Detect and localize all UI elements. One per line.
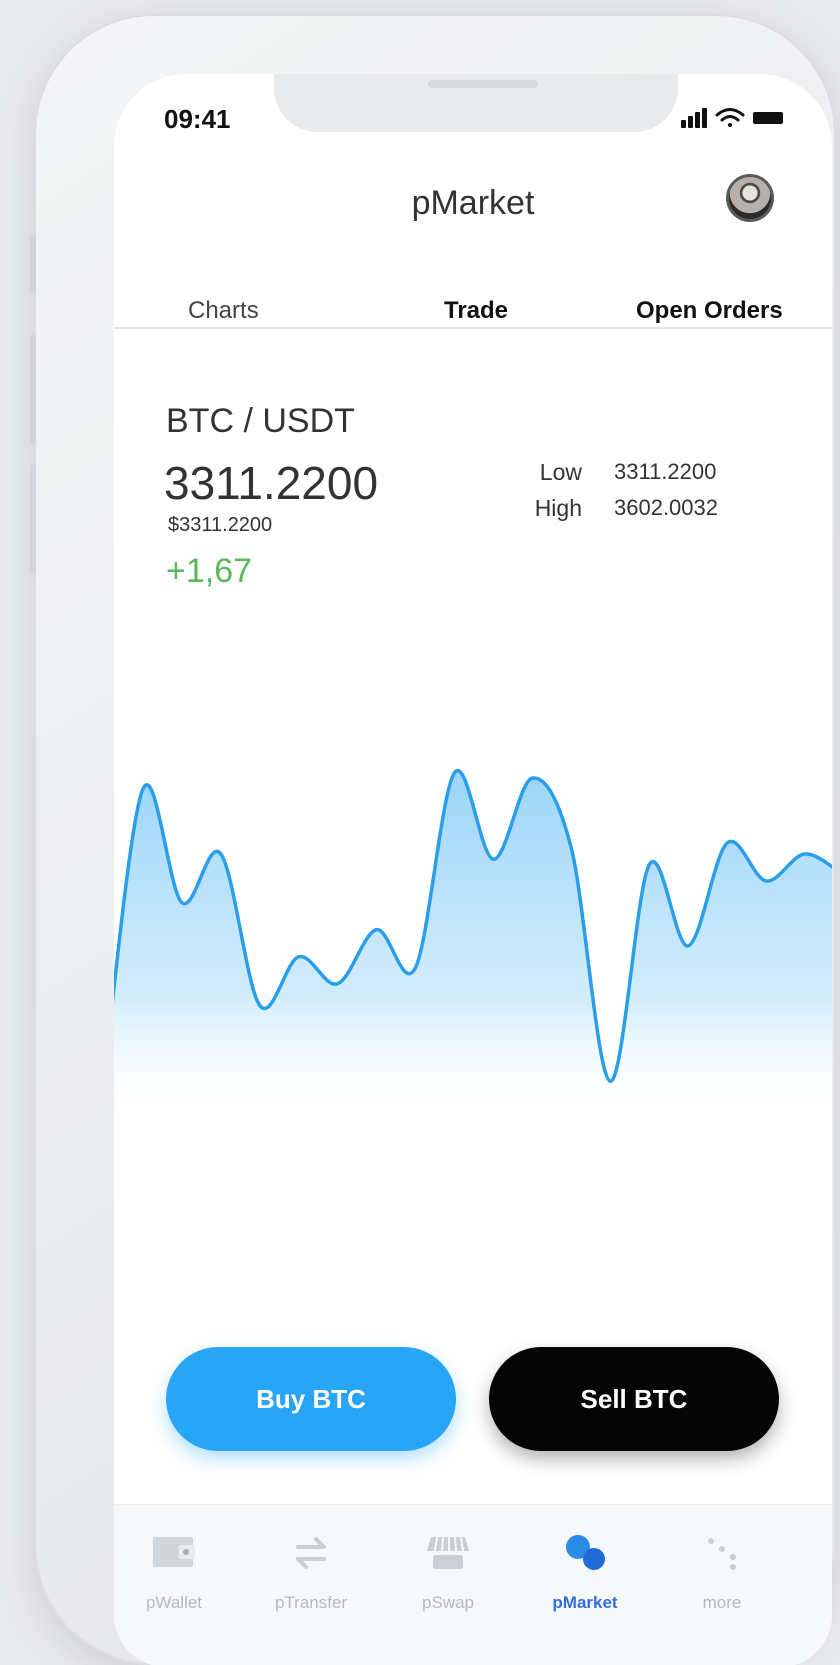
battery-icon <box>753 112 783 124</box>
high-label: High <box>534 495 582 521</box>
nav-label-pwallet: pWallet <box>145 1593 203 1612</box>
trading-pair: BTC / USDT <box>166 402 355 440</box>
tab-charts[interactable]: Charts <box>188 297 259 325</box>
app-screen: 09:41 pMarket Charts Trade Open Orders B… <box>114 74 832 1665</box>
nav-item-more[interactable]: more <box>662 1527 782 1613</box>
volume-down-button <box>30 464 36 574</box>
signal-icon <box>681 108 707 128</box>
nav-item-ptransfer[interactable]: pTransfer <box>251 1527 371 1613</box>
page-title: pMarket <box>411 184 535 222</box>
price-change: +1,67 <box>166 552 253 590</box>
mute-switch <box>30 234 36 294</box>
more-dots-icon <box>708 1538 736 1570</box>
market-dots-icon <box>566 1535 605 1570</box>
price-chart <box>114 768 832 1184</box>
speaker <box>428 80 538 88</box>
nav-item-pswap[interactable]: pSwap <box>388 1527 508 1613</box>
tab-open-orders[interactable]: Open Orders <box>636 297 783 325</box>
nav-label-pmarket: pMarket <box>552 1593 618 1612</box>
current-price: 3311.2200 <box>164 457 379 509</box>
low-value: 3311.2200 <box>614 459 717 484</box>
transfer-arrows-icon <box>296 1537 326 1569</box>
buy-button[interactable]: Buy BTC <box>166 1347 456 1451</box>
bottom-nav: pWallet pTransfer pSwap pMarket more <box>114 1504 832 1665</box>
nav-label-more: more <box>702 1593 742 1612</box>
wifi-icon <box>715 108 745 127</box>
tab-trade[interactable]: Trade <box>444 297 508 325</box>
storefront-icon <box>427 1536 469 1569</box>
avatar[interactable] <box>726 174 774 222</box>
phone-frame: 09:41 pMarket Charts Trade Open Orders B… <box>30 14 836 1665</box>
wallet-icon <box>153 1537 195 1567</box>
low-label: Low <box>539 459 582 485</box>
chart-area <box>114 770 832 1184</box>
volume-up-button <box>30 334 36 444</box>
notch <box>274 74 678 132</box>
high-value: 3602.0032 <box>614 495 718 520</box>
status-icons <box>681 108 783 128</box>
sell-button[interactable]: Sell BTC <box>489 1347 779 1451</box>
status-time: 09:41 <box>164 104 231 134</box>
nav-label-ptransfer: pTransfer <box>274 1593 348 1612</box>
nav-label-pswap: pSwap <box>422 1593 474 1612</box>
tab-bar: Charts Trade Open Orders <box>114 279 832 329</box>
nav-item-pmarket[interactable]: pMarket <box>525 1527 645 1613</box>
fiat-price: $3311.2200 <box>168 514 273 536</box>
nav-item-pwallet[interactable]: pWallet <box>114 1527 234 1613</box>
